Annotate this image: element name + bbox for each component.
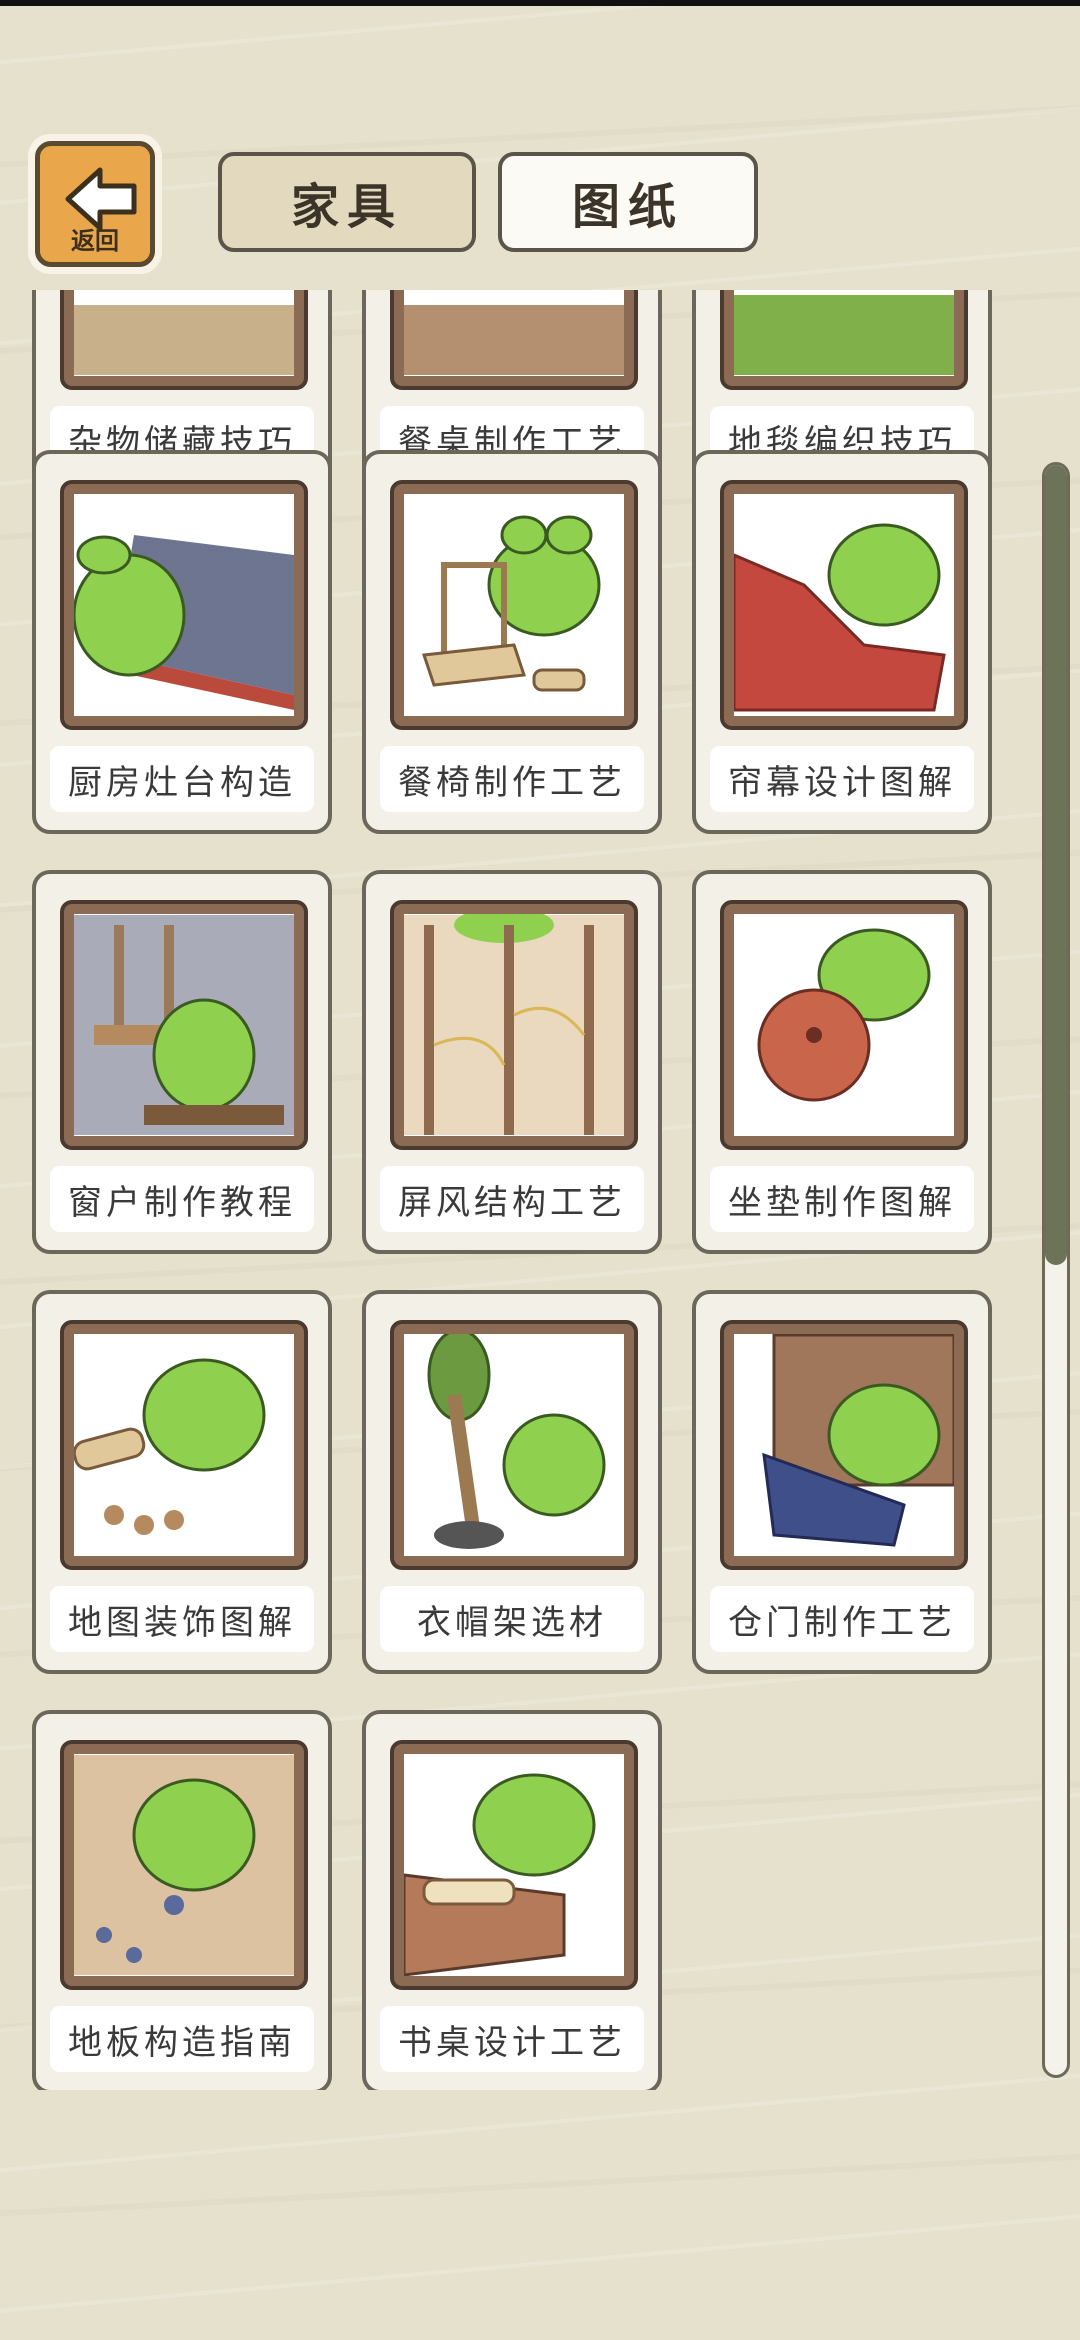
blueprint-card[interactable]: 帘幕设计图解 [692,450,992,834]
blueprint-picture-frame [60,1740,308,1990]
blueprint-illustration [734,914,954,1136]
blueprint-card[interactable]: 餐椅制作工艺 [362,450,662,834]
blueprint-illustration [404,1334,624,1556]
blueprint-illustration [404,914,624,1136]
tab-blueprint[interactable]: 图纸 [498,152,758,252]
blueprint-label: 地图装饰图解 [50,1586,314,1652]
blueprint-label: 书桌设计工艺 [380,2006,644,2072]
blueprint-label: 窗户制作教程 [50,1166,314,1232]
blueprint-label: 坐垫制作图解 [710,1166,974,1232]
blueprint-card[interactable]: 书桌设计工艺 [362,1710,662,2090]
blueprint-picture-frame [60,1320,308,1570]
blueprint-illustration [404,494,624,716]
blueprint-picture-frame [720,900,968,1150]
blueprint-label: 地板构造指南 [50,2006,314,2072]
blueprint-picture-frame [60,290,308,390]
blueprint-card[interactable]: 屏风结构工艺 [362,870,662,1254]
blueprint-card[interactable]: 地板构造指南 [32,1710,332,2090]
blueprint-picture-frame [390,480,638,730]
blueprint-picture-frame [720,290,968,390]
blueprint-label: 仓门制作工艺 [710,1586,974,1652]
blueprint-illustration [734,1334,954,1556]
blueprint-card[interactable]: 厨房灶台构造 [32,450,332,834]
blueprint-card[interactable]: 坐垫制作图解 [692,870,992,1254]
blueprint-illustration [734,494,954,716]
blueprint-card[interactable]: 仓门制作工艺 [692,1290,992,1674]
back-button[interactable]: 返回 [28,134,162,274]
blueprint-picture-frame [60,480,308,730]
blueprint-card[interactable]: 地图装饰图解 [32,1290,332,1674]
blueprint-illustration [404,290,624,376]
blueprint-card[interactable]: 衣帽架选材 [362,1290,662,1674]
scrollbar-thumb[interactable] [1045,465,1067,1265]
status-bar [0,0,1080,6]
blueprint-grid[interactable]: 杂物储藏技巧 餐桌制作工艺 地毯编织技巧 厨房灶台构造 餐椅制作工艺 帘幕设计图… [0,290,1080,2090]
blueprint-illustration [74,1334,294,1556]
blueprint-illustration [74,1754,294,1976]
blueprint-label: 餐椅制作工艺 [380,746,644,812]
blueprint-picture-frame [720,1320,968,1570]
blueprint-picture-frame [390,1740,638,1990]
blueprint-illustration [74,494,294,716]
blueprint-illustration [404,1754,624,1976]
blueprint-picture-frame [390,900,638,1150]
blueprint-illustration [74,290,294,376]
blueprint-label: 屏风结构工艺 [380,1166,644,1232]
blueprint-illustration [74,914,294,1136]
tab-furniture[interactable]: 家具 [218,152,476,252]
blueprint-picture-frame [720,480,968,730]
blueprint-illustration [734,290,954,376]
blueprint-label: 帘幕设计图解 [710,746,974,812]
back-button-face[interactable]: 返回 [35,141,155,267]
blueprint-picture-frame [390,290,638,390]
blueprint-label: 衣帽架选材 [380,1586,644,1652]
blueprint-card[interactable]: 窗户制作教程 [32,870,332,1254]
blueprint-picture-frame [390,1320,638,1570]
blueprint-label: 厨房灶台构造 [50,746,314,812]
back-label: 返回 [71,227,119,255]
blueprint-picture-frame [60,900,308,1150]
